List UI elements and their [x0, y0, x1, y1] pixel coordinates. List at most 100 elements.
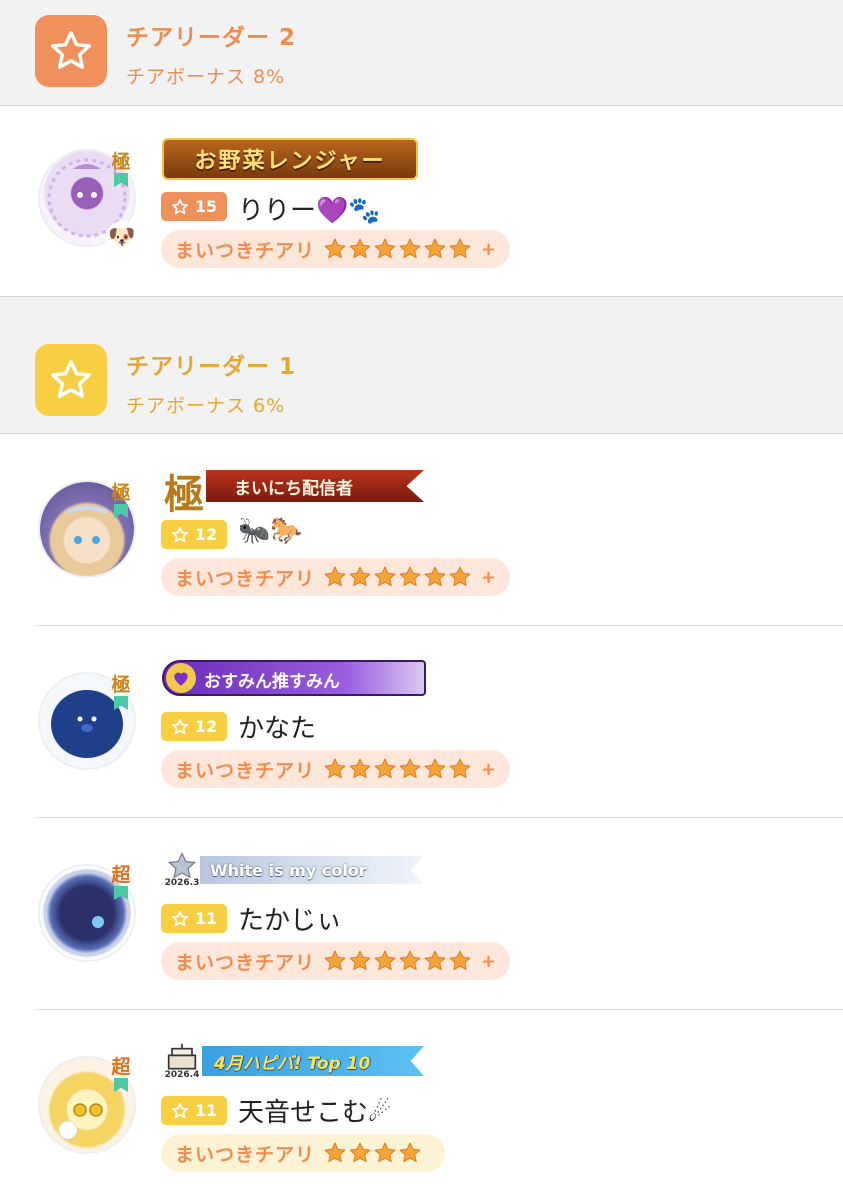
cheer-badge: まいつきチアリ + — [161, 558, 511, 596]
grade-badge: 超 — [108, 1056, 134, 1096]
cheer-plus: + — [481, 238, 497, 260]
cheer-plus: + — [481, 950, 497, 972]
cheer-label: まいつきチアリ — [175, 1143, 316, 1166]
star-filled-icon — [374, 950, 396, 971]
username: かなた — [238, 714, 317, 744]
member-row[interactable]: 極 🐶 お野菜レンジャー 15 りりー💜🐾 まいつきチアリ + — [0, 106, 843, 297]
cheer-badge: まいつきチアリ + — [161, 230, 511, 268]
section-spacer — [0, 297, 843, 329]
star-filled-icon — [424, 950, 446, 971]
cheer-label: まいつきチアリ — [175, 951, 316, 974]
tier-title: チアリーダー 2 — [126, 25, 297, 51]
cheer-label: まいつきチアリ — [175, 567, 316, 590]
star-filled-icon — [399, 1142, 421, 1163]
star-filled-icon — [399, 566, 421, 587]
username: 🐜🐎 — [238, 516, 303, 546]
star-filled-icon — [349, 950, 371, 971]
level-badge: 12 — [161, 520, 227, 549]
title-banner: お野菜レンジャー — [162, 138, 418, 180]
cheer-stars — [323, 757, 472, 781]
heart-icon — [166, 663, 196, 693]
grade-badge: 超 — [108, 864, 134, 904]
star-filled-icon — [399, 950, 421, 971]
star-filled-icon — [349, 238, 371, 259]
cheer-badge: まいつきチアリ + — [161, 942, 511, 980]
member-row[interactable]: 超 2026.4 4月ハピバ! Top 10 11 天音せこむ☄ まいつきチアリ — [0, 1010, 843, 1200]
cheer-badge: まいつきチアリ + — [161, 750, 511, 788]
cheer-stars — [323, 949, 472, 973]
tier-bonus: チアボーナス 8% — [126, 66, 286, 88]
star-filled-icon — [349, 1142, 371, 1163]
star-outline-icon — [171, 1102, 188, 1118]
member-row[interactable]: 極 おすみん推すみん 12 かなた まいつきチアリ + — [0, 626, 843, 818]
cheer-stars — [323, 565, 472, 589]
grade-badge: 極 — [108, 151, 134, 191]
star-filled-icon — [374, 758, 396, 779]
star-filled-icon — [374, 238, 396, 259]
banner-date: 2026.4 — [164, 1070, 200, 1080]
grade-badge: 極 — [108, 674, 134, 714]
star-filled-icon — [324, 566, 346, 587]
star-icon: 2026.3 — [162, 852, 202, 888]
star-filled-icon — [449, 566, 471, 587]
star-filled-icon — [424, 566, 446, 587]
star-filled-icon — [449, 238, 471, 259]
banner-text: White is my color — [210, 860, 367, 880]
dog-icon: 🐶 — [106, 221, 138, 253]
banner-date: 2026.3 — [164, 878, 200, 888]
star-outline-icon — [171, 526, 188, 542]
title-banner: 極 まいにち配信者 — [162, 468, 424, 518]
star-filled-icon — [424, 238, 446, 259]
username: 天音せこむ☄ — [238, 1098, 392, 1128]
star-filled-icon — [399, 758, 421, 779]
section-header-tier2: チアリーダー 2 チアボーナス 8% — [0, 0, 843, 106]
star-outline-icon — [171, 198, 188, 214]
star-filled-icon — [424, 758, 446, 779]
star-filled-icon — [349, 758, 371, 779]
star-filled-icon — [449, 950, 471, 971]
star-filled-icon — [324, 950, 346, 971]
username: たかじぃ — [238, 906, 343, 936]
username: りりー💜🐾 — [238, 196, 381, 226]
star-outline-icon — [171, 910, 188, 926]
title-banner: 2026.4 4月ハピバ! Top 10 — [162, 1042, 424, 1082]
level-badge: 11 — [161, 904, 227, 933]
banner-text: まいにち配信者 — [234, 478, 353, 499]
level-badge: 15 — [161, 192, 227, 221]
member-row[interactable]: 超 2026.3 White is my color 11 たかじぃ まいつきチ… — [0, 818, 843, 1010]
member-row[interactable]: 極 極 まいにち配信者 12 🐜🐎 まいつきチアリ + — [0, 434, 843, 626]
level-number: 11 — [194, 1101, 218, 1120]
banner-grade: 極 — [164, 471, 204, 518]
cheer-badge: まいつきチアリ — [161, 1134, 446, 1172]
cheer-stars — [323, 237, 472, 261]
title-banner: 2026.3 White is my color — [162, 852, 424, 888]
level-number: 12 — [194, 525, 218, 544]
star-filled-icon — [399, 238, 421, 259]
star-filled-icon — [324, 238, 346, 259]
grade-badge: 極 — [108, 482, 134, 522]
section-header-tier1: チアリーダー 1 チアボーナス 6% — [0, 328, 843, 434]
star-icon — [35, 15, 107, 87]
tier-bonus: チアボーナス 6% — [126, 395, 286, 417]
level-badge: 12 — [161, 712, 227, 741]
level-badge: 11 — [161, 1096, 227, 1125]
level-number: 15 — [194, 197, 218, 216]
star-filled-icon — [324, 758, 346, 779]
star-filled-icon — [324, 1142, 346, 1163]
banner-text: お野菜レンジャー — [194, 149, 386, 174]
star-filled-icon — [374, 566, 396, 587]
star-filled-icon — [349, 566, 371, 587]
cheer-plus: + — [481, 566, 497, 588]
banner-text: 4月ハピバ! Top 10 — [214, 1053, 371, 1074]
banner-text: おすみん推すみん — [204, 672, 340, 692]
cake-icon: 2026.4 — [162, 1042, 202, 1082]
tier-title: チアリーダー 1 — [126, 354, 297, 380]
cheer-label: まいつきチアリ — [175, 759, 316, 782]
star-outline-icon — [171, 718, 188, 734]
level-number: 11 — [194, 909, 218, 928]
cheer-stars — [323, 1141, 422, 1165]
star-filled-icon — [374, 1142, 396, 1163]
star-filled-icon — [449, 758, 471, 779]
title-banner: おすみん推すみん — [162, 660, 426, 696]
cheer-plus: + — [481, 758, 497, 780]
